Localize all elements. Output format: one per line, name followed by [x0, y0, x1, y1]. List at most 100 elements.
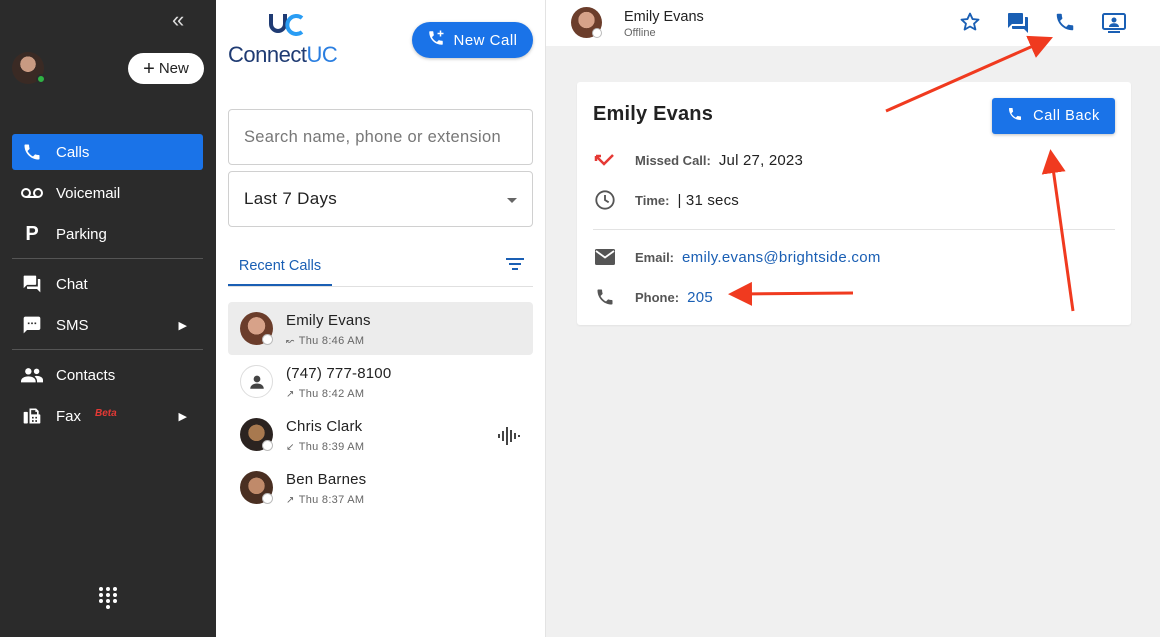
- call-list-item[interactable]: Ben Barnes ↗ Thu 8:37 AM: [228, 461, 533, 514]
- missed-call-label: Missed Call:: [635, 152, 711, 168]
- nav-item-calls[interactable]: Calls: [12, 134, 203, 170]
- call-meta: ↙ Thu 8:39 AM: [286, 441, 365, 453]
- presence-offline-indicator: [262, 334, 273, 345]
- nav-item-sms[interactable]: SMS ▶: [12, 307, 203, 343]
- call-meta: ↗ Thu 8:37 AM: [286, 494, 365, 506]
- nav-item-chat[interactable]: Chat: [12, 266, 203, 302]
- phone-icon: [593, 285, 617, 309]
- search-field[interactable]: [228, 109, 533, 165]
- dialpad-icon[interactable]: [97, 586, 119, 615]
- call-meta: ↗ Thu 8:42 AM: [286, 388, 365, 400]
- new-call-label: New Call: [453, 31, 518, 49]
- chat-icon: [20, 274, 44, 294]
- phone-add-icon: [427, 29, 445, 51]
- email-link[interactable]: emily.evans@brightside.com: [682, 249, 881, 266]
- sms-icon: [20, 315, 44, 335]
- nav-label: Parking: [56, 225, 107, 243]
- nav-item-contacts[interactable]: Contacts: [12, 357, 203, 393]
- call-meta: ↜ Thu 8:46 AM: [286, 335, 365, 347]
- time-row: Time: | 31 secs: [593, 188, 739, 212]
- new-button-label: New: [158, 60, 189, 77]
- voicemail-icon: [20, 186, 44, 200]
- sidebar: « + New Calls Voicemail P Parking Chat S…: [0, 0, 216, 637]
- presence-offline-indicator: [262, 440, 273, 451]
- nav-divider: [12, 349, 203, 350]
- card-divider: [593, 229, 1115, 230]
- calls-panel: ConnectUC New Call Last 7 Days Recent Ca…: [216, 0, 546, 637]
- tab-recent-calls[interactable]: Recent Calls: [228, 248, 332, 286]
- voicemail-waveform-icon[interactable]: [497, 426, 521, 451]
- card-title: Emily Evans: [593, 103, 714, 125]
- nav-label: Calls: [56, 143, 90, 161]
- plus-icon: +: [143, 57, 155, 80]
- call-name: (747) 777-8100: [286, 365, 392, 382]
- search-input[interactable]: [229, 110, 532, 164]
- parking-icon: P: [25, 222, 39, 245]
- phone-icon: [20, 142, 44, 162]
- collapse-sidebar-icon[interactable]: «: [172, 9, 184, 31]
- contact-status: Offline: [624, 27, 656, 39]
- contacts-icon: [20, 367, 44, 383]
- person-icon: [240, 365, 273, 398]
- call-list-item[interactable]: Chris Clark ↙ Thu 8:39 AM: [228, 408, 533, 461]
- presence-online-indicator: [36, 74, 46, 84]
- new-button[interactable]: + New: [128, 53, 204, 84]
- phone-label: Phone:: [635, 289, 680, 305]
- outgoing-call-icon: ↗: [286, 495, 295, 506]
- phone-link[interactable]: 205: [687, 289, 713, 306]
- call-detail-panel: Emily Evans Offline Emily Evans Call Bac…: [546, 0, 1160, 637]
- nav-item-voicemail[interactable]: Voicemail: [12, 175, 203, 211]
- fax-icon: [20, 406, 44, 426]
- nav-label: Chat: [56, 275, 88, 293]
- new-call-button[interactable]: New Call: [412, 22, 533, 58]
- nav-label: Fax: [56, 407, 82, 425]
- date-range-value: Last 7 Days: [244, 189, 338, 208]
- call-name: Emily Evans: [286, 312, 371, 329]
- nav-label: Voicemail: [56, 184, 121, 202]
- incoming-call-icon: ↙: [286, 442, 295, 453]
- missed-call-icon: ↜: [286, 336, 295, 347]
- call-back-label: Call Back: [1033, 108, 1100, 124]
- chat-icon[interactable]: [1006, 11, 1030, 40]
- filter-icon[interactable]: [505, 256, 525, 277]
- star-icon[interactable]: [959, 11, 981, 38]
- caret-down-icon: [507, 198, 517, 203]
- email-label: Email:: [635, 249, 675, 265]
- date-range-select[interactable]: Last 7 Days: [228, 171, 533, 227]
- clock-icon: [593, 188, 617, 212]
- call-back-button[interactable]: Call Back: [992, 98, 1115, 134]
- logo-mark: [269, 14, 304, 36]
- call-name: Chris Clark: [286, 418, 363, 435]
- connectuc-logo: ConnectUC: [228, 12, 348, 67]
- presence-offline-indicator: [262, 493, 273, 504]
- phone-icon[interactable]: [1054, 11, 1076, 38]
- time-label: Time:: [635, 192, 670, 208]
- nav-divider: [12, 258, 203, 259]
- nav-item-parking[interactable]: P Parking: [12, 216, 203, 252]
- chevron-right-icon: ▶: [178, 319, 187, 332]
- video-screen-icon[interactable]: [1101, 11, 1127, 40]
- beta-badge: Beta: [95, 407, 117, 419]
- missed-call-value: Jul 27, 2023: [718, 151, 803, 169]
- email-row: Email: emily.evans@brightside.com: [593, 245, 881, 269]
- nav-label: Contacts: [56, 366, 116, 384]
- nav-item-fax[interactable]: Fax Beta ▶: [12, 398, 203, 434]
- contact-header: Emily Evans Offline: [546, 0, 1160, 46]
- phone-icon: [1007, 106, 1023, 126]
- logo-text: ConnectUC: [228, 42, 338, 67]
- nav-label: SMS: [56, 316, 89, 334]
- missed-call-icon: [593, 148, 617, 172]
- phone-row: Phone: 205: [593, 285, 713, 309]
- call-name: Ben Barnes: [286, 471, 367, 488]
- tabs-divider: [228, 286, 533, 287]
- call-list-item[interactable]: (747) 777-8100 ↗ Thu 8:42 AM: [228, 355, 533, 408]
- contact-name: Emily Evans: [624, 9, 704, 25]
- call-list-item[interactable]: Emily Evans ↜ Thu 8:46 AM: [228, 302, 533, 355]
- presence-offline-indicator: [592, 28, 602, 38]
- call-detail-card: Emily Evans Call Back Missed Call: Jul 2…: [577, 82, 1131, 325]
- time-value: | 31 secs: [677, 191, 739, 209]
- email-icon: [593, 245, 617, 269]
- chevron-right-icon: ▶: [178, 410, 187, 423]
- missed-call-row: Missed Call: Jul 27, 2023: [593, 148, 803, 172]
- outgoing-call-icon: ↗: [286, 389, 295, 400]
